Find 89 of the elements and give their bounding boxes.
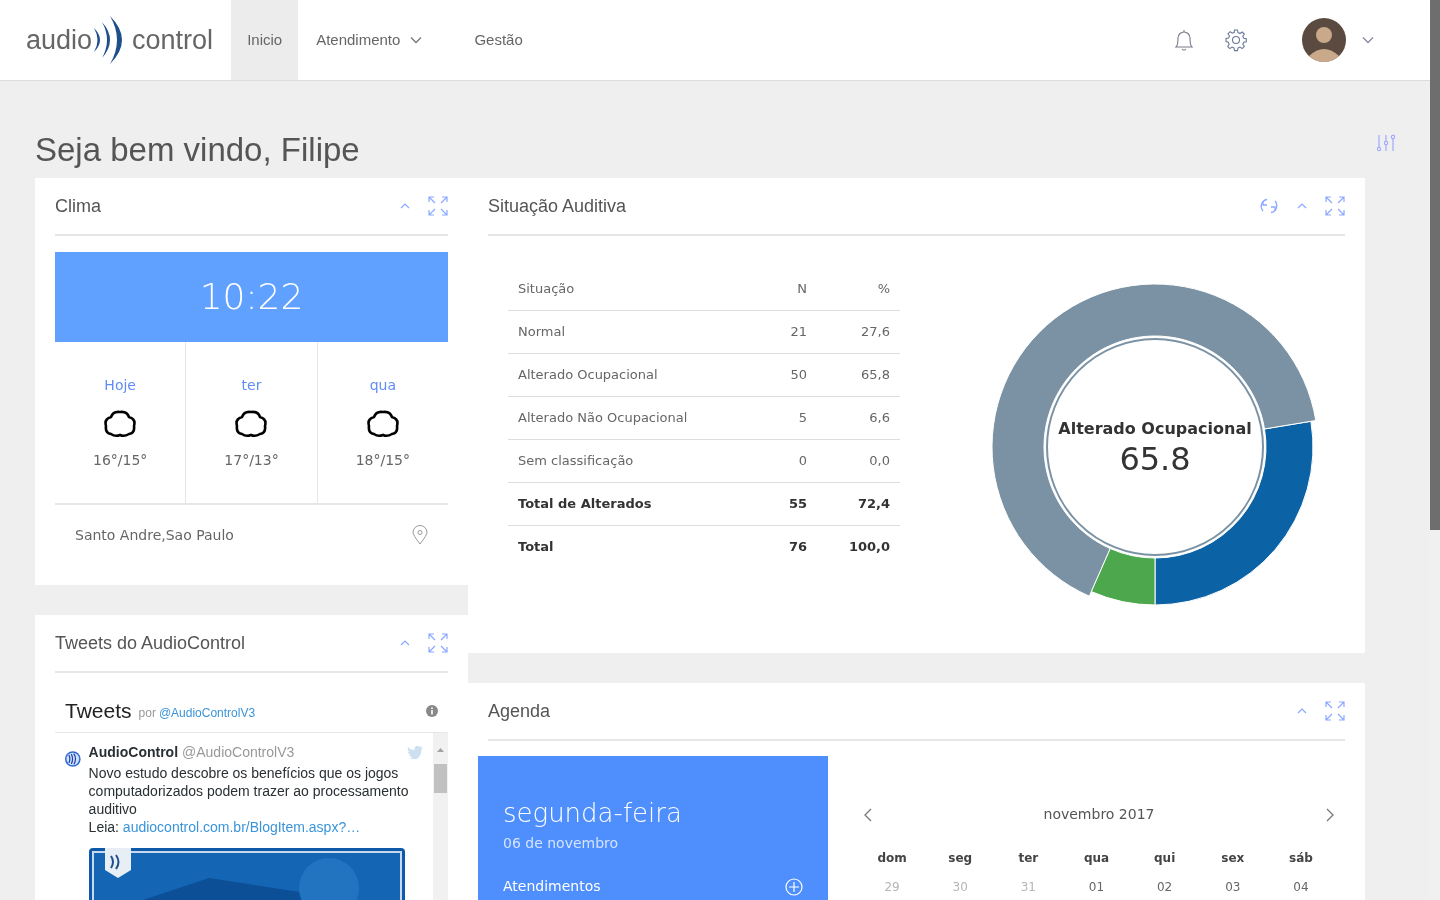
- settings-icon[interactable]: [1224, 28, 1248, 52]
- calendar-day[interactable]: 02: [1157, 880, 1173, 894]
- info-icon[interactable]: [426, 704, 438, 717]
- weekday-label: ter: [1018, 851, 1039, 865]
- weekday-label: seg: [948, 851, 973, 865]
- calendar-day[interactable]: 03: [1225, 880, 1241, 894]
- table-cell: 76: [765, 525, 817, 568]
- nav-item[interactable]: Gestão: [458, 0, 539, 80]
- weekday-label: sáb: [1289, 851, 1313, 865]
- donut-slice[interactable]: [991, 283, 1317, 597]
- chart-label: Alterado Ocupacional: [1058, 418, 1252, 440]
- table-cell: 55: [765, 482, 817, 525]
- collapse-icon[interactable]: [400, 640, 410, 646]
- account-link[interactable]: @AudioControlV3: [158, 703, 256, 722]
- weekday-label: qui: [1154, 851, 1176, 865]
- table-cell: Alterado Não Ocupacional: [508, 396, 766, 439]
- byline-text: por: [138, 704, 156, 722]
- table-cell: 5: [765, 396, 817, 439]
- logo-text: audio: [26, 23, 93, 57]
- table-cell: 65,8: [816, 353, 900, 396]
- forecast-day: qua: [369, 374, 396, 396]
- month-title: novembro 2017: [1043, 805, 1155, 824]
- collapse-icon[interactable]: [400, 203, 410, 209]
- nav-item[interactable]: Inicio: [231, 0, 299, 80]
- table-cell: Total de Alterados: [508, 482, 766, 525]
- next-month-icon[interactable]: [1325, 807, 1335, 822]
- location-pin-icon[interactable]: [412, 525, 428, 545]
- calendar-day[interactable]: 04: [1293, 880, 1309, 894]
- scrollbar-thumb[interactable]: [1430, 0, 1440, 530]
- card-title: Situação Auditiva: [488, 194, 627, 218]
- weekday-label: sex: [1221, 851, 1245, 865]
- table-cell: 50: [765, 353, 817, 396]
- collapse-icon[interactable]: [1297, 708, 1307, 714]
- card-title: Clima: [55, 194, 101, 218]
- day-title: segunda-feira: [503, 797, 683, 830]
- table-cell: Normal: [508, 310, 766, 353]
- table-cell: 0: [765, 439, 817, 482]
- tweet-handle[interactable]: @AudioControlV3: [182, 743, 295, 761]
- add-icon[interactable]: [785, 877, 803, 896]
- previous-month-icon[interactable]: [863, 807, 873, 822]
- widget-title: Tweets: [65, 697, 132, 724]
- table-cell: 27,6: [816, 310, 900, 353]
- caret-icon[interactable]: [1362, 36, 1374, 44]
- tweet-link[interactable]: audiocontrol.com.br/BlogItem.aspx?…: [122, 819, 361, 835]
- time-display: 10:22: [55, 252, 448, 342]
- column-header: %: [816, 267, 900, 310]
- table-cell: 100,0: [816, 525, 900, 568]
- forecast-day: ter: [241, 374, 262, 396]
- section-label: Atendimentos: [503, 877, 601, 896]
- weekday-label: qua: [1083, 851, 1110, 865]
- table-cell: 72,4: [816, 482, 900, 525]
- table-cell: 6,6: [816, 396, 900, 439]
- filter-sliders-icon[interactable]: [1377, 134, 1395, 152]
- date-text: 06 de novembro: [503, 834, 620, 853]
- bird-icon[interactable]: [407, 745, 423, 759]
- column-header: N: [765, 267, 817, 310]
- weekday-label: dom: [877, 851, 907, 865]
- logo-text: control: [132, 23, 214, 57]
- table-cell: Total: [508, 525, 766, 568]
- tweet-author[interactable]: AudioControl: [88, 743, 179, 761]
- calendar-day[interactable]: 01: [1088, 880, 1105, 894]
- expand-icon[interactable]: [1325, 701, 1345, 721]
- caret-icon[interactable]: [410, 36, 423, 44]
- nav-item[interactable]: Atendimento: [300, 0, 439, 80]
- notification-bell-icon[interactable]: [1172, 27, 1196, 53]
- tweet-text: Novo estudo descobre os benefícios que os jogos computadorizados podem trazer ao processamento auditivo: [88, 764, 410, 818]
- temperature-range: 16°/15°: [93, 450, 148, 470]
- table-cell: 0,0: [816, 439, 900, 482]
- chart-value: 65.8: [1119, 441, 1191, 477]
- page-title: Seja bem vindo, Filipe: [35, 130, 360, 170]
- user-avatar[interactable]: [1302, 18, 1346, 62]
- collapse-icon[interactable]: [1297, 203, 1307, 209]
- table-cell: Alterado Ocupacional: [508, 353, 766, 396]
- column-header: Situação: [508, 267, 766, 310]
- temperature-range: 17°/13°: [224, 450, 279, 470]
- scrollbar-thumb[interactable]: [434, 764, 447, 793]
- temperature-range: 18°/15°: [355, 450, 410, 470]
- link-label: Leia:: [88, 819, 120, 835]
- forecast-day: Hoje: [104, 374, 136, 396]
- refresh-icon[interactable]: [1259, 196, 1279, 216]
- donut-slice[interactable]: [1090, 548, 1156, 606]
- table-cell: Sem classificação: [508, 439, 766, 482]
- card-title: Agenda: [488, 699, 551, 723]
- expand-icon[interactable]: [428, 633, 448, 653]
- expand-icon[interactable]: [428, 196, 448, 216]
- expand-icon[interactable]: [1325, 196, 1345, 216]
- card-title: Tweets do AudioControl: [55, 631, 246, 655]
- location-text: Santo Andre,Sao Paulo: [75, 525, 234, 545]
- table-cell: 21: [765, 310, 817, 353]
